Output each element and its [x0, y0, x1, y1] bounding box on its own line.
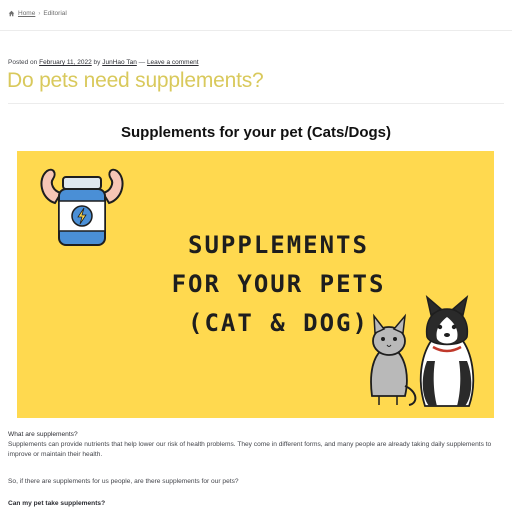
hero-text-line-3: (CAT & DOG) [188, 309, 369, 337]
meta-dash: — [138, 59, 146, 66]
breadcrumb-current: Editorial [43, 10, 67, 17]
question-can-pet-take-supplements: Can my pet take supplements? [8, 500, 106, 507]
paragraph-supplements-intro: Supplements can provide nutrients that h… [8, 441, 492, 458]
posted-on-label: Posted on [8, 59, 38, 66]
title-divider [8, 103, 504, 104]
post-date-link[interactable]: February 11, 2022 [39, 59, 92, 66]
hero-image: SUPPLEMENTS FOR YOUR PETS (CAT & DOG) [17, 151, 494, 418]
section-heading: Supplements for your pet (Cats/Dogs) [120, 124, 392, 141]
leave-comment-link[interactable]: Leave a comment [147, 59, 199, 66]
breadcrumb-home-link[interactable]: Home [18, 10, 35, 17]
header-divider [0, 30, 512, 31]
breadcrumb: Home › Editorial [8, 10, 67, 17]
paragraph-supplements-pets: So, if there are supplements for us peop… [8, 478, 239, 485]
question-what-are-supplements: What are supplements? [8, 431, 78, 438]
hero-text-line-1: SUPPLEMENTS [188, 231, 369, 259]
post-title: Do pets need supplements? [7, 69, 264, 92]
author-link[interactable]: JunHao Tan [102, 59, 137, 66]
breadcrumb-separator: › [38, 10, 41, 17]
post-meta: Posted on February 11, 2022 by JunHao Ta… [8, 59, 199, 66]
hero-text-line-2: FOR YOUR PETS [171, 270, 386, 298]
by-label: by [93, 59, 101, 66]
home-icon [8, 10, 15, 17]
